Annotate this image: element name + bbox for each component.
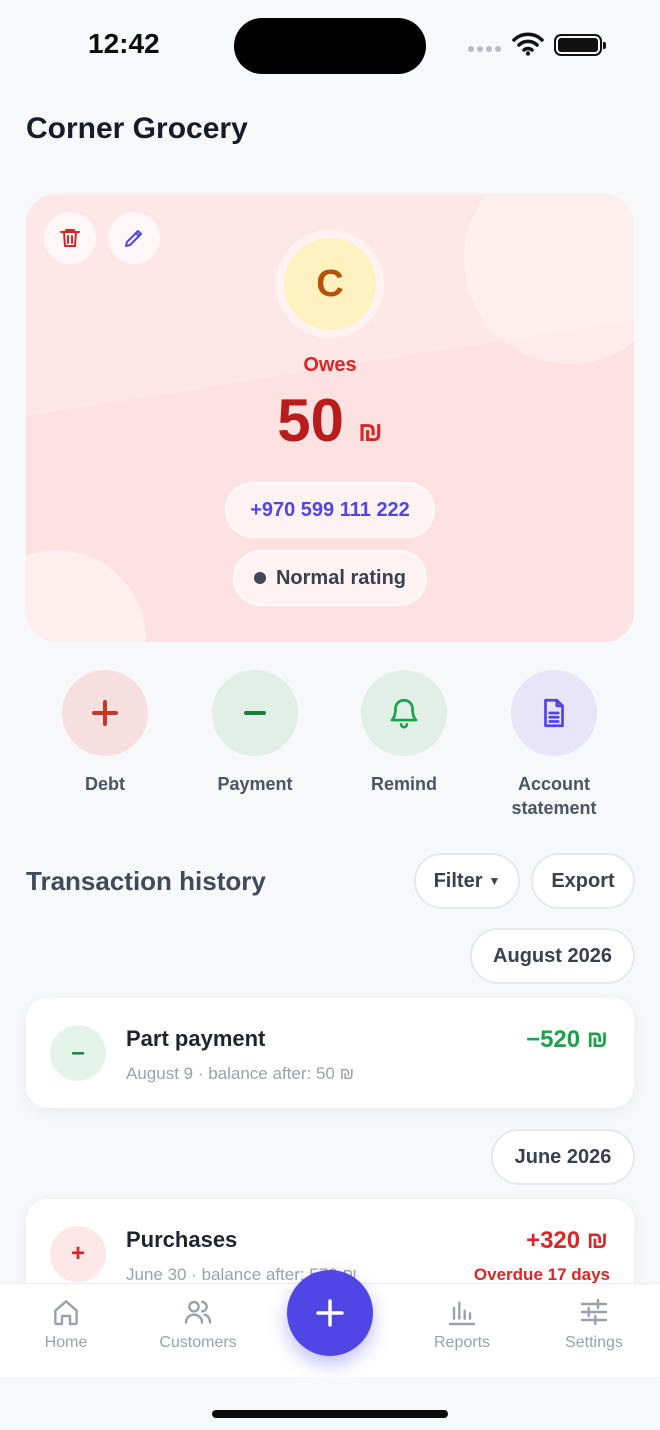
transaction-amount: −520 ₪: [526, 1026, 608, 1053]
page-title: Corner Grocery: [26, 112, 248, 145]
remind-action-button[interactable]: Remind: [329, 670, 479, 796]
sliders-icon: [580, 1298, 608, 1326]
edit-button[interactable]: [108, 212, 160, 264]
battery-icon: [554, 34, 606, 56]
month-header: June 2026: [491, 1129, 635, 1185]
signal-icon: [468, 46, 501, 52]
users-icon: [184, 1300, 212, 1324]
phone-button[interactable]: +970 599 111 222: [225, 482, 435, 538]
debt-action-circle: [62, 670, 148, 756]
export-button[interactable]: Export: [531, 853, 635, 909]
trash-icon: [60, 229, 80, 247]
tab-home[interactable]: Home: [6, 1296, 126, 1352]
payment-action-label: Payment: [217, 774, 293, 794]
plus-icon: +: [50, 1226, 106, 1282]
tab-customers-label: Customers: [159, 1334, 237, 1351]
status-bar: 12:42: [0, 0, 660, 90]
remind-action-circle: [361, 670, 447, 756]
home-indicator[interactable]: [212, 1410, 448, 1418]
transaction-subtitle: August 9 · balance after: 50 ₪: [126, 1064, 355, 1083]
balance-value: 50: [277, 387, 344, 454]
transaction-amount: +320 ₪: [526, 1227, 608, 1254]
balance-status-label: Owes: [303, 354, 357, 376]
minus-icon: –: [50, 1025, 106, 1081]
plus-icon: [92, 700, 118, 726]
account-statement-action-button[interactable]: Account statement: [479, 670, 629, 820]
transaction-title: Purchases: [126, 1227, 238, 1252]
delete-button[interactable]: [44, 212, 96, 264]
currency-symbol: ₪: [358, 416, 383, 447]
rating-label: Normal rating: [275, 566, 407, 589]
bell-icon: [390, 698, 418, 729]
filter-label: Filter: [433, 869, 483, 892]
customer-card: C Owes 50 ₪ +970 599 111 222 Normal rati…: [26, 194, 634, 642]
statement-action-label: Account statement: [511, 774, 597, 818]
debt-action-button[interactable]: Debt: [30, 670, 180, 796]
add-transaction-button[interactable]: [287, 1270, 373, 1356]
minus-icon: [244, 711, 266, 715]
wifi-icon: [512, 32, 544, 61]
tab-home-label: Home: [44, 1334, 88, 1351]
tab-settings[interactable]: Settings: [534, 1296, 654, 1352]
section-title: Transaction history: [26, 866, 266, 896]
bottom-safe-area: [0, 1377, 660, 1430]
debt-action-label: Debt: [85, 774, 125, 794]
rating-badge[interactable]: Normal rating: [233, 550, 427, 606]
avatar-ring: C: [276, 230, 384, 338]
payment-action-button[interactable]: Payment: [180, 670, 330, 796]
caret-down-icon: ▼: [488, 874, 501, 888]
remind-action-label: Remind: [370, 774, 437, 794]
tab-customers[interactable]: Customers: [138, 1296, 258, 1352]
document-icon: [544, 698, 564, 728]
balance-amount: 50 ₪: [26, 386, 634, 455]
status-time: 12:42: [88, 28, 160, 59]
rating-dot-icon: [253, 572, 266, 584]
dynamic-island: [234, 18, 426, 74]
tab-reports-label: Reports: [433, 1334, 491, 1351]
month-header: August 2026: [470, 928, 635, 984]
home-icon: [54, 1300, 78, 1326]
tab-settings-label: Settings: [565, 1334, 623, 1351]
transaction-title: Part payment: [126, 1026, 266, 1051]
statement-action-circle: [511, 670, 597, 756]
avatar: C: [284, 238, 376, 330]
bar-chart-icon: [448, 1301, 476, 1326]
tab-reports[interactable]: Reports: [402, 1296, 522, 1352]
plus-icon: [316, 1299, 344, 1327]
filter-button[interactable]: Filter ▼: [414, 853, 520, 909]
payment-action-circle: [212, 670, 298, 756]
pencil-icon: [125, 230, 142, 247]
transaction-row[interactable]: – Part payment August 9 · balance after:…: [26, 998, 634, 1108]
overdue-label: Overdue 17 days: [473, 1265, 610, 1284]
